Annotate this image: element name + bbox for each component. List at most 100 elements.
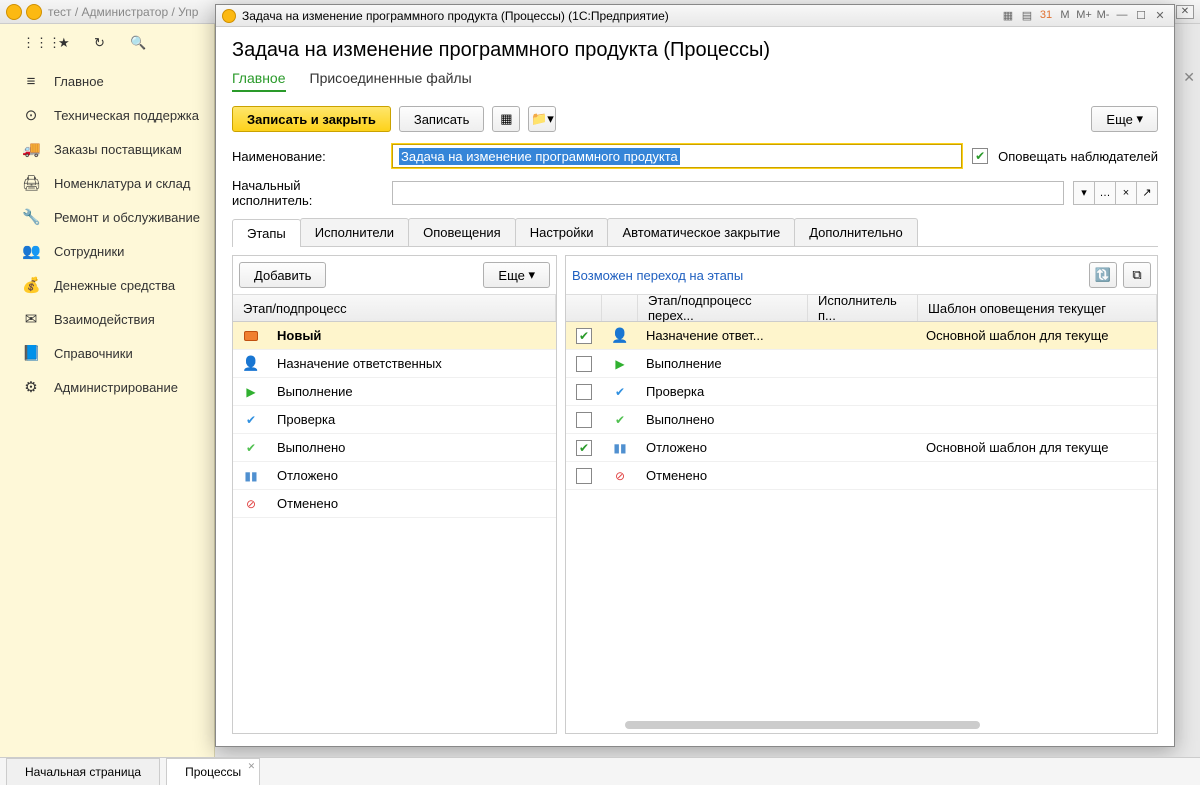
row-checkbox[interactable] [576, 356, 592, 372]
app-dropdown-icon[interactable] [26, 4, 42, 20]
tab[interactable]: Исполнители [300, 218, 409, 246]
modal-m-icon[interactable]: M [1057, 9, 1073, 23]
nav-label: Главное [54, 74, 104, 89]
nav-label: Денежные средства [54, 278, 175, 293]
notify-checkbox[interactable]: ✔ [972, 148, 988, 164]
sidebar-item[interactable]: ⊙Техническая поддержка [0, 98, 214, 132]
stage-label: Проверка [269, 412, 343, 427]
stage-row[interactable]: Новый [233, 322, 556, 350]
transition-row[interactable]: ✔👤Назначение ответ...Основной шаблон для… [566, 322, 1157, 350]
transition-row[interactable]: ✔Выполнено [566, 406, 1157, 434]
stage-row[interactable]: ▶Выполнение [233, 378, 556, 406]
folder-button[interactable]: 📁▾ [528, 106, 556, 132]
sidebar-item[interactable]: ≡Главное [0, 64, 214, 98]
sidebar-item[interactable]: 👥Сотрудники [0, 234, 214, 268]
row-icon: ▶ [602, 357, 638, 371]
row-checkbox[interactable]: ✔ [576, 328, 592, 344]
stage-row[interactable]: ⊘Отменено [233, 490, 556, 518]
tabstrip: ЭтапыИсполнителиОповещенияНастройкиАвтом… [232, 218, 1158, 247]
nav-icon: 🔧 [22, 208, 40, 226]
subtab-files[interactable]: Присоединенные файлы [310, 70, 472, 92]
history-icon[interactable]: ↻ [94, 35, 112, 53]
modal-tool-icon[interactable]: ▤ [1019, 9, 1035, 23]
add-button[interactable]: Добавить [239, 262, 326, 288]
dropdown-icon[interactable]: ▾ [1073, 181, 1095, 205]
star-icon[interactable]: ★ [58, 35, 76, 53]
nav-icon: 🚚 [22, 140, 40, 158]
modal-window-title: Задача на изменение программного продукт… [242, 9, 669, 23]
transition-row[interactable]: ▶Выполнение [566, 350, 1157, 378]
open-icon[interactable]: ↗ [1136, 181, 1158, 205]
row-checkbox[interactable]: ✔ [576, 440, 592, 456]
modal-maximize-icon[interactable]: ☐ [1133, 9, 1149, 23]
row-checkbox[interactable] [576, 384, 592, 400]
modal-close-icon[interactable]: ✕ [1152, 9, 1168, 23]
row-tpl: Основной шаблон для текуще [918, 328, 1157, 343]
modal-calendar-icon[interactable]: 31 [1038, 9, 1054, 23]
stage-row[interactable]: ▮▮Отложено [233, 462, 556, 490]
command-bar: Записать и закрыть Записать ▦ 📁▾ Еще ▾ [232, 106, 1158, 132]
modal-mp-icon[interactable]: M+ [1076, 9, 1092, 23]
tab[interactable]: Оповещения [408, 218, 516, 246]
more-button[interactable]: Еще ▾ [1091, 106, 1158, 132]
close-icon[interactable]: ✕ [1176, 5, 1194, 19]
stage-label: Отложено [269, 468, 346, 483]
nav-icon: ⚙ [22, 378, 40, 396]
row-checkbox[interactable] [576, 468, 592, 484]
transition-row[interactable]: ✔▮▮ОтложеноОсновной шаблон для текуще [566, 434, 1157, 462]
ellipsis-icon[interactable]: … [1094, 181, 1116, 205]
sidebar-item[interactable]: 🔧Ремонт и обслуживание [0, 200, 214, 234]
executor-label: Начальный исполнитель: [232, 178, 382, 208]
executor-trail-buttons: ▾ … × ↗ [1074, 181, 1158, 205]
tab[interactable]: Настройки [515, 218, 609, 246]
panel-close-icon[interactable]: ✕ [1183, 69, 1195, 86]
stage-row[interactable]: ✔Проверка [233, 406, 556, 434]
search-icon[interactable]: 🔍 [130, 35, 148, 53]
modal-minimize-icon[interactable]: — [1114, 9, 1130, 23]
stage-row[interactable]: 👤Назначение ответственных [233, 350, 556, 378]
modal-mm-icon[interactable]: M- [1095, 9, 1111, 23]
transition-row[interactable]: ⊘Отменено [566, 462, 1157, 490]
copy-button[interactable]: ⧉ [1123, 262, 1151, 288]
tab[interactable]: Автоматическое закрытие [607, 218, 795, 246]
executor-input[interactable] [392, 181, 1064, 205]
sidebar-item[interactable]: 💰Денежные средства [0, 268, 214, 302]
nav-label: Администрирование [54, 380, 178, 395]
subtab-main[interactable]: Главное [232, 70, 286, 92]
refresh-button[interactable]: 🔃 [1089, 262, 1117, 288]
tab[interactable]: Этапы [232, 219, 301, 247]
transitions-pane: Возможен переход на этапы 🔃 ⧉ Этап/подпр… [565, 255, 1158, 734]
transition-row[interactable]: ✔Проверка [566, 378, 1157, 406]
row-icon: ▮▮ [602, 441, 638, 455]
clear-icon[interactable]: × [1115, 181, 1137, 205]
save-button[interactable]: Записать [399, 106, 485, 132]
sidebar-item[interactable]: 🚚Заказы поставщикам [0, 132, 214, 166]
horizontal-scrollbar[interactable] [625, 721, 980, 729]
transitions-link[interactable]: Возможен переход на этапы [572, 268, 743, 283]
sidebar-item[interactable]: ✉Взаимодействия [0, 302, 214, 336]
row-checkbox[interactable] [576, 412, 592, 428]
col-exec: Исполнитель п... [808, 295, 918, 321]
report-button[interactable]: ▦ [492, 106, 520, 132]
stage-icon: 👤 [233, 355, 269, 372]
name-input[interactable]: Задача на изменение программного продукт… [392, 144, 962, 168]
sidebar-item[interactable]: 🖨Номенклатура и склад [0, 166, 214, 200]
save-close-button[interactable]: Записать и закрыть [232, 106, 391, 132]
stage-icon: ⊘ [233, 497, 269, 511]
stage-row[interactable]: ✔Выполнено [233, 434, 556, 462]
sidebar-item[interactable]: ⚙ Администрирование [0, 370, 214, 404]
bottom-tab-processes[interactable]: Процессы✕ [166, 758, 260, 785]
bottom-tab-start[interactable]: Начальная страница [6, 758, 160, 785]
stage-label: Новый [269, 328, 329, 343]
modal-tool-icon[interactable]: ▦ [1000, 9, 1016, 23]
stage-icon: ✔ [233, 413, 269, 427]
stage-icon [233, 331, 269, 341]
nav-label: Взаимодействия [54, 312, 155, 327]
tab-close-icon[interactable]: ✕ [248, 761, 256, 772]
nav-label: Справочники [54, 346, 133, 361]
stages-header: Этап/подпроцесс [233, 295, 556, 321]
pane-more-button[interactable]: Еще ▾ [483, 262, 550, 288]
apps-icon[interactable]: ⋮⋮⋮ [22, 35, 40, 53]
sidebar-item[interactable]: 📘Справочники [0, 336, 214, 370]
tab[interactable]: Дополнительно [794, 218, 918, 246]
